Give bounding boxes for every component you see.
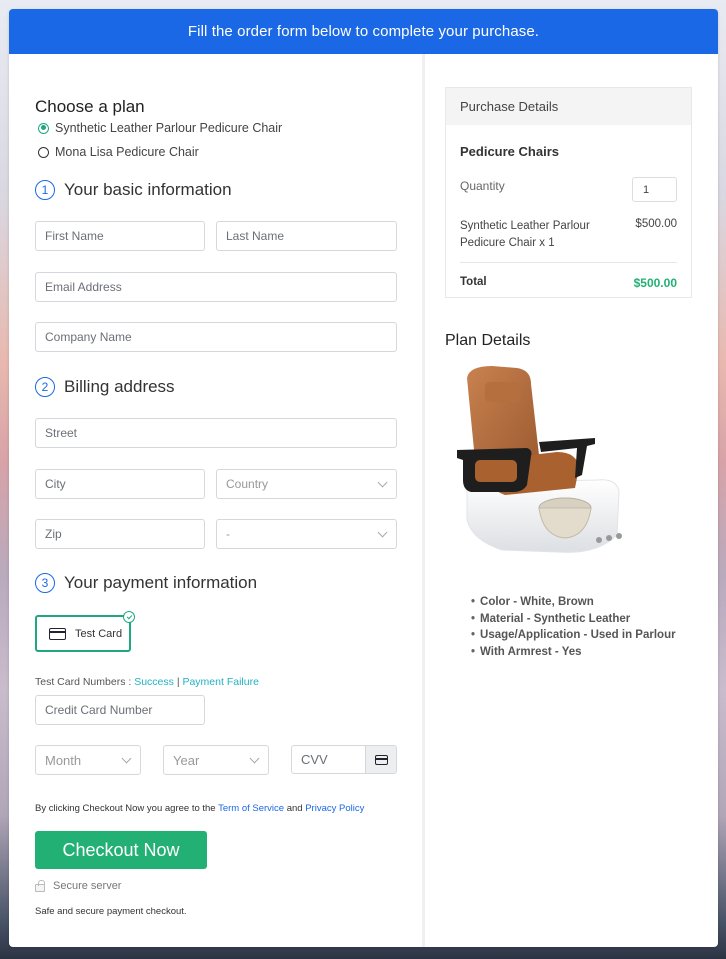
- year-select[interactable]: Year: [163, 745, 269, 775]
- faucet-knob: [606, 535, 612, 541]
- zip-input[interactable]: [45, 527, 204, 541]
- test-card-numbers-label: Test Card Numbers :: [35, 676, 132, 688]
- cvv-field[interactable]: [291, 745, 397, 774]
- lock-icon: [35, 880, 45, 892]
- terms-and: and: [286, 803, 303, 814]
- product-image-pedicure-chair: [457, 366, 622, 553]
- checkout-card: Fill the order form below to complete yo…: [9, 9, 718, 947]
- last-name-input[interactable]: [226, 229, 396, 243]
- summary-divider: [460, 262, 677, 263]
- plan-option-label: Synthetic Leather Parlour Pedicure Chair: [55, 121, 283, 135]
- chair-headrest: [485, 382, 521, 402]
- city-field[interactable]: [35, 469, 205, 499]
- order-form: Choose a plan Synthetic Leather Parlour …: [9, 54, 424, 947]
- line-item-price: $500.00: [635, 218, 677, 230]
- city-input[interactable]: [45, 477, 204, 491]
- payment-heading: 3 Your payment information: [35, 573, 257, 593]
- card-number-input[interactable]: [45, 703, 204, 717]
- step-1-icon: 1: [35, 180, 55, 200]
- state-value: -: [226, 527, 230, 541]
- quantity-input[interactable]: [632, 177, 677, 202]
- faucet-knob: [596, 537, 602, 543]
- choose-plan-heading: Choose a plan: [35, 97, 145, 116]
- company-field[interactable]: [35, 322, 397, 352]
- email-input[interactable]: [45, 280, 396, 294]
- success-link[interactable]: Success: [134, 676, 174, 688]
- state-select[interactable]: -: [216, 519, 397, 549]
- banner-text: Fill the order form below to complete yo…: [187, 23, 540, 40]
- faucet-knob: [616, 533, 622, 539]
- radio-selected-icon[interactable]: [38, 122, 49, 134]
- country-value: Country: [226, 477, 269, 491]
- feature-item: Color - White, Brown: [471, 594, 676, 611]
- header-banner: Fill the order form below to complete yo…: [9, 9, 718, 54]
- card-number-field[interactable]: [35, 695, 205, 725]
- link-separator: |: [176, 676, 180, 688]
- plan-option-label: Mona Lisa Pedicure Chair: [55, 145, 199, 159]
- total-label: Total: [460, 276, 487, 288]
- month-select[interactable]: Month: [35, 745, 141, 775]
- secure-server-note: Secure server: [35, 880, 121, 892]
- purchase-details-box: Purchase Details Pedicure Chairs Quantit…: [445, 87, 692, 298]
- checkout-now-button[interactable]: Checkout Now: [35, 831, 207, 869]
- section-title: Your payment information: [64, 573, 258, 592]
- country-select[interactable]: Country: [216, 469, 397, 499]
- armrest-hole: [475, 460, 517, 482]
- street-field[interactable]: [35, 418, 397, 448]
- plan-option-synthetic-leather[interactable]: Synthetic Leather Parlour Pedicure Chair: [38, 121, 282, 135]
- quantity-label: Quantity: [460, 179, 505, 193]
- test-card-label: Test Card: [75, 627, 123, 640]
- step-2-icon: 2: [35, 377, 55, 397]
- last-name-field[interactable]: [216, 221, 397, 251]
- terms-agreement: By clicking Checkout Now you agree to th…: [35, 803, 364, 814]
- billing-heading: 2 Billing address: [35, 377, 175, 397]
- test-card-option[interactable]: Test Card: [35, 611, 135, 652]
- payment-failure-link[interactable]: Payment Failure: [182, 676, 258, 688]
- year-value: Year: [173, 752, 200, 768]
- email-field[interactable]: [35, 272, 397, 302]
- cvv-help-button[interactable]: [365, 746, 396, 773]
- line-item-name: Synthetic Leather Parlour Pedicure Chair…: [460, 220, 590, 249]
- step-3-icon: 3: [35, 573, 55, 593]
- total-value: $500.00: [633, 276, 677, 290]
- zip-field[interactable]: [35, 519, 205, 549]
- chevron-down-icon: [249, 753, 260, 763]
- basic-info-heading: 1 Your basic information: [35, 180, 232, 200]
- section-title: Your basic information: [64, 180, 232, 199]
- purchase-details-heading: Purchase Details: [446, 88, 691, 125]
- month-value: Month: [45, 752, 82, 768]
- chevron-down-icon: [377, 527, 388, 537]
- first-name-input[interactable]: [45, 229, 204, 243]
- safe-checkout-text: Safe and secure payment checkout.: [35, 906, 187, 917]
- credit-card-icon: [374, 754, 388, 765]
- radio-unselected-icon[interactable]: [38, 146, 49, 158]
- chevron-down-icon: [377, 477, 388, 487]
- feature-item: With Armrest - Yes: [471, 644, 676, 661]
- privacy-policy-link[interactable]: Privacy Policy: [305, 803, 364, 814]
- first-name-field[interactable]: [35, 221, 205, 251]
- plan-details-heading: Plan Details: [445, 332, 531, 349]
- terms-of-service-link[interactable]: Term of Service: [218, 803, 284, 814]
- section-title: Billing address: [64, 377, 175, 396]
- test-card-numbers: Test Card Numbers : Success | Payment Fa…: [35, 676, 259, 688]
- street-input[interactable]: [45, 426, 396, 440]
- terms-prefix: By clicking Checkout Now you agree to th…: [35, 803, 216, 814]
- secure-server-label: Secure server: [53, 880, 122, 892]
- feature-item: Usage/Application - Used in Parlour: [471, 627, 676, 644]
- feature-item: Material - Synthetic Leather: [471, 611, 676, 628]
- plan-option-mona-lisa[interactable]: Mona Lisa Pedicure Chair: [38, 145, 199, 159]
- plan-feature-list: Color - White, Brown Material - Syntheti…: [471, 594, 676, 660]
- chevron-down-icon: [121, 753, 132, 763]
- company-input[interactable]: [45, 330, 396, 344]
- order-summary: Purchase Details Pedicure Chairs Quantit…: [425, 54, 718, 947]
- check-circle-icon: [123, 611, 135, 623]
- product-group-title: Pedicure Chairs: [460, 144, 559, 159]
- credit-card-icon: [49, 627, 66, 640]
